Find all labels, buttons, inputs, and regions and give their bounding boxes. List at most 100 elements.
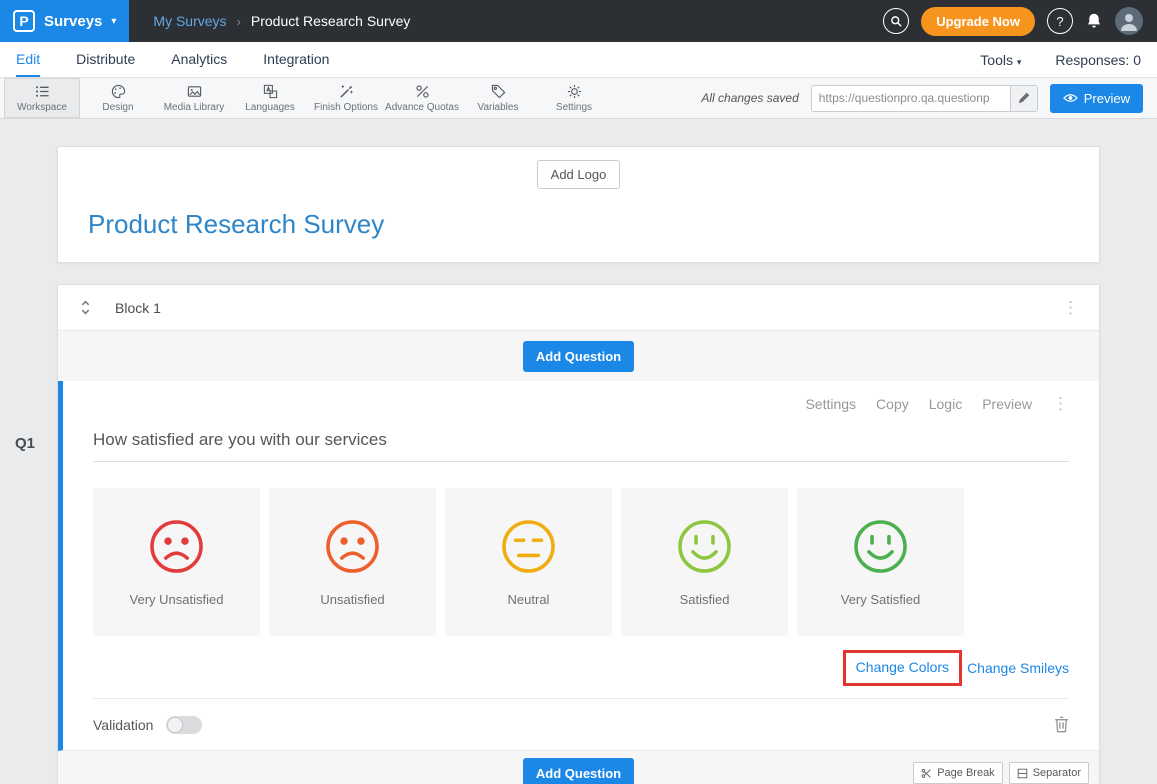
smiley-unsatisfied-icon xyxy=(324,518,381,575)
option-label: Unsatisfied xyxy=(320,592,384,607)
breadcrumb: My Surveys › Product Research Survey xyxy=(153,13,410,29)
chevron-down-icon: ▾ xyxy=(111,16,116,27)
scissors-icon xyxy=(921,768,932,779)
toolbar-item-media-library[interactable]: Media Library xyxy=(156,78,232,118)
breadcrumb-current-survey: Product Research Survey xyxy=(251,13,411,29)
finish-options-icon xyxy=(339,84,354,99)
section-tabs: Edit Distribute Analytics Integration To… xyxy=(0,42,1157,78)
delete-question-button[interactable] xyxy=(1054,716,1069,733)
toggle-knob xyxy=(167,717,183,733)
upgrade-now-button[interactable]: Upgrade Now xyxy=(921,7,1035,36)
tab-distribute[interactable]: Distribute xyxy=(76,42,135,77)
tab-analytics[interactable]: Analytics xyxy=(171,42,227,77)
toolbar-item-settings[interactable]: Settings xyxy=(536,78,612,118)
save-status-text: All changes saved xyxy=(701,91,798,105)
toolbar-item-label: Variables xyxy=(478,102,519,113)
design-icon xyxy=(111,84,126,99)
smiley-neutral-icon xyxy=(500,518,557,575)
toolbar-item-label: Settings xyxy=(556,102,592,113)
collapse-block-icon[interactable] xyxy=(78,299,93,316)
question-editor: Settings Copy Logic Preview ⋮ How satisf… xyxy=(58,381,1099,751)
change-colors-link[interactable]: Change Colors xyxy=(856,659,949,675)
product-menu-label: Surveys xyxy=(44,13,102,30)
option-very-satisfied[interactable]: Very Satisfied xyxy=(797,488,964,636)
toolbar-item-variables[interactable]: Variables xyxy=(460,78,536,118)
surveys-product-menu[interactable]: P Surveys ▾ xyxy=(0,0,129,42)
question-number-label: Q1 xyxy=(15,435,35,452)
toolbar-item-advance-quotas[interactable]: Advance Quotas xyxy=(384,78,460,118)
notifications-bell-icon[interactable] xyxy=(1085,12,1103,30)
toolbar-item-label: Media Library xyxy=(164,102,225,113)
question-preview-link[interactable]: Preview xyxy=(982,396,1032,412)
question-copy-link[interactable]: Copy xyxy=(876,396,909,412)
change-smileys-link[interactable]: Change Smileys xyxy=(967,660,1069,676)
separator-button[interactable]: Separator xyxy=(1009,762,1089,784)
chevron-right-icon: › xyxy=(237,14,241,29)
question-text[interactable]: How satisfied are you with our services xyxy=(93,430,1069,462)
tab-edit[interactable]: Edit xyxy=(16,42,40,77)
user-avatar[interactable] xyxy=(1115,7,1143,35)
add-logo-button[interactable]: Add Logo xyxy=(537,160,621,189)
question-actions: Settings Copy Logic Preview ⋮ xyxy=(93,395,1069,412)
responses-count[interactable]: Responses: 0 xyxy=(1055,52,1141,68)
questionpro-logo: P xyxy=(13,10,35,32)
option-very-unsatisfied[interactable]: Very Unsatisfied xyxy=(93,488,260,636)
topbar-actions: Upgrade Now ? xyxy=(883,7,1157,36)
option-label: Neutral xyxy=(508,592,550,607)
smiley-links-row: Change Colors Change Smileys xyxy=(93,650,1069,686)
smiley-very-satisfied-icon xyxy=(852,518,909,575)
edit-url-button[interactable] xyxy=(1010,86,1037,111)
page-break-button[interactable]: Page Break xyxy=(913,762,1002,784)
question-menu-kebab-icon[interactable]: ⋮ xyxy=(1052,395,1069,412)
option-label: Very Satisfied xyxy=(841,592,921,607)
top-bar: P Surveys ▾ My Surveys › Product Researc… xyxy=(0,0,1157,42)
toolbar-item-label: Finish Options xyxy=(314,102,378,113)
languages-icon xyxy=(263,84,278,99)
help-button[interactable]: ? xyxy=(1047,8,1073,34)
survey-header-card: Add Logo Product Research Survey xyxy=(57,146,1100,263)
breadcrumb-my-surveys[interactable]: My Surveys xyxy=(153,13,226,29)
toolbar-item-design[interactable]: Design xyxy=(80,78,156,118)
toolbar-item-workspace[interactable]: Workspace xyxy=(4,78,80,118)
option-satisfied[interactable]: Satisfied xyxy=(621,488,788,636)
media-library-icon xyxy=(187,84,202,99)
workspace-canvas: Add Logo Product Research Survey Q1 Bloc… xyxy=(0,119,1157,784)
change-colors-highlight: Change Colors xyxy=(843,650,962,686)
toolbar-item-finish-options[interactable]: Finish Options xyxy=(308,78,384,118)
tools-label: Tools xyxy=(980,52,1013,68)
advance-quotas-icon xyxy=(415,84,430,99)
search-icon xyxy=(890,15,903,28)
block-card: Q1 Block 1 ⋮ Add Question Settings Copy … xyxy=(57,284,1100,784)
option-label: Very Unsatisfied xyxy=(130,592,224,607)
smiley-satisfied-icon xyxy=(676,518,733,575)
person-icon xyxy=(1117,9,1141,33)
separator-label: Separator xyxy=(1033,767,1081,779)
toolbar-item-languages[interactable]: Languages xyxy=(232,78,308,118)
option-neutral[interactable]: Neutral xyxy=(445,488,612,636)
tab-integration[interactable]: Integration xyxy=(263,42,329,77)
preview-label: Preview xyxy=(1084,91,1130,106)
separator-icon xyxy=(1017,768,1028,779)
search-button[interactable] xyxy=(883,8,909,34)
option-label: Satisfied xyxy=(680,592,730,607)
smiley-very-unsatisfied-icon xyxy=(148,518,205,575)
trash-icon xyxy=(1054,716,1069,733)
add-question-button-bottom[interactable]: Add Question xyxy=(523,758,634,784)
eye-icon xyxy=(1063,93,1078,103)
validation-toggle[interactable] xyxy=(166,716,202,734)
option-unsatisfied[interactable]: Unsatisfied xyxy=(269,488,436,636)
validation-label: Validation xyxy=(93,717,153,733)
add-question-button-top[interactable]: Add Question xyxy=(523,341,634,372)
preview-button[interactable]: Preview xyxy=(1050,84,1143,113)
question-logic-link[interactable]: Logic xyxy=(929,396,962,412)
survey-title[interactable]: Product Research Survey xyxy=(88,209,1069,240)
question-settings-link[interactable]: Settings xyxy=(805,396,856,412)
block-menu-kebab-icon[interactable]: ⋮ xyxy=(1062,299,1079,316)
toolbar-item-label: Design xyxy=(102,102,133,113)
survey-url-input[interactable] xyxy=(812,86,1010,111)
page-break-label: Page Break xyxy=(937,767,994,779)
block-name[interactable]: Block 1 xyxy=(115,300,161,316)
tools-menu[interactable]: Tools ▾ xyxy=(980,52,1021,68)
block-footer: Add Question Page Break Separator xyxy=(58,751,1099,784)
smiley-options-row: Very Unsatisfied Unsatisfied Neutral Sat… xyxy=(93,488,1069,636)
